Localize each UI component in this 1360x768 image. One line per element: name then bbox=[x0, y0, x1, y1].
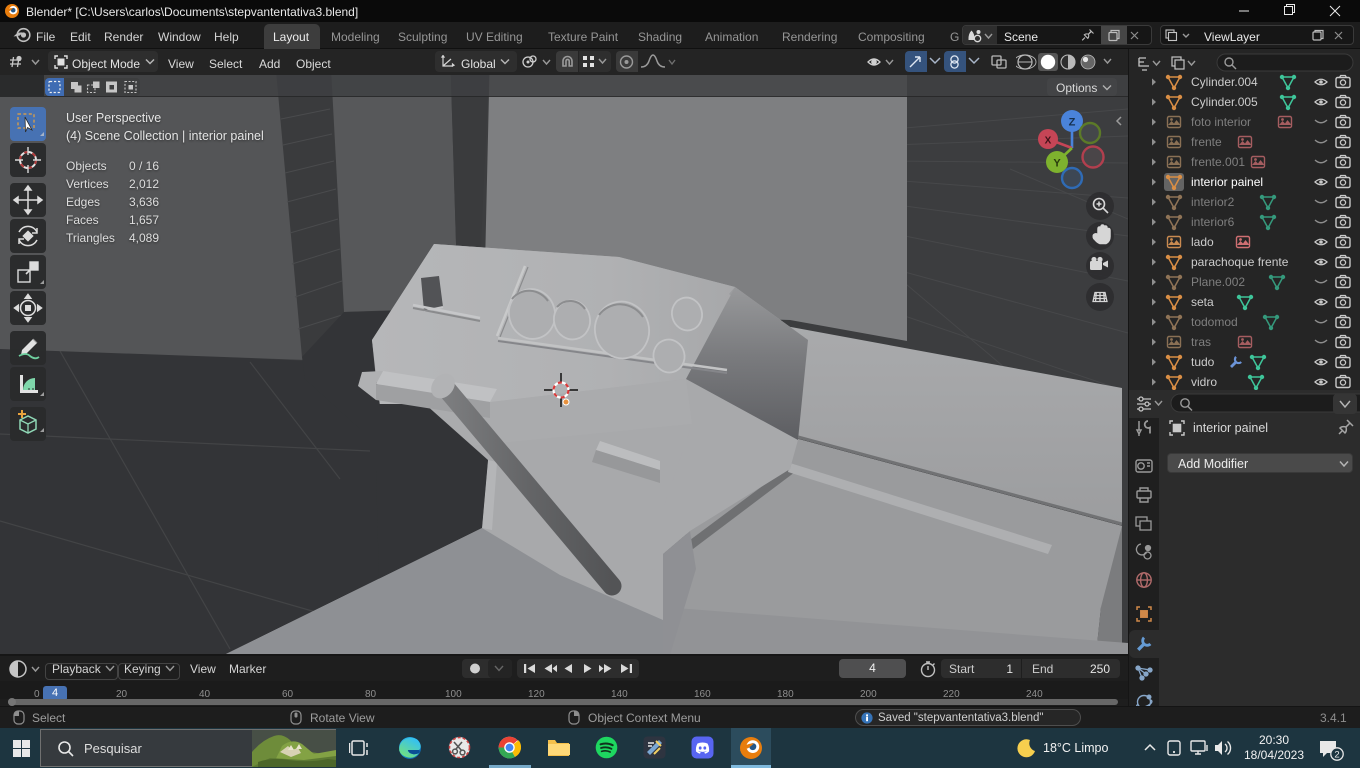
svg-text:todomod: todomod bbox=[1191, 315, 1238, 329]
svg-text:interior6: interior6 bbox=[1191, 215, 1235, 229]
svg-text:interior2: interior2 bbox=[1191, 195, 1235, 209]
svg-text:Cylinder.005: Cylinder.005 bbox=[1191, 95, 1258, 109]
svg-text:parachoque frente: parachoque frente bbox=[1191, 255, 1289, 269]
svg-text:frente.001: frente.001 bbox=[1191, 155, 1245, 169]
svg-text:seta: seta bbox=[1191, 295, 1214, 309]
svg-text:Y: Y bbox=[1053, 158, 1061, 170]
svg-text:lado: lado bbox=[1191, 235, 1214, 249]
svg-text:Plane.002: Plane.002 bbox=[1191, 275, 1245, 289]
svg-text:2: 2 bbox=[1334, 750, 1339, 761]
svg-text:vidro: vidro bbox=[1191, 375, 1217, 389]
svg-text:frente: frente bbox=[1191, 135, 1222, 149]
svg-text:X: X bbox=[1045, 136, 1052, 147]
svg-text:tras: tras bbox=[1191, 335, 1211, 349]
svg-text:Z: Z bbox=[1069, 117, 1076, 129]
svg-text:tudo: tudo bbox=[1191, 355, 1215, 369]
svg-text:foto interior: foto interior bbox=[1191, 115, 1251, 129]
svg-text:Cylinder.004: Cylinder.004 bbox=[1191, 75, 1258, 89]
svg-text:interior painel: interior painel bbox=[1191, 175, 1263, 189]
